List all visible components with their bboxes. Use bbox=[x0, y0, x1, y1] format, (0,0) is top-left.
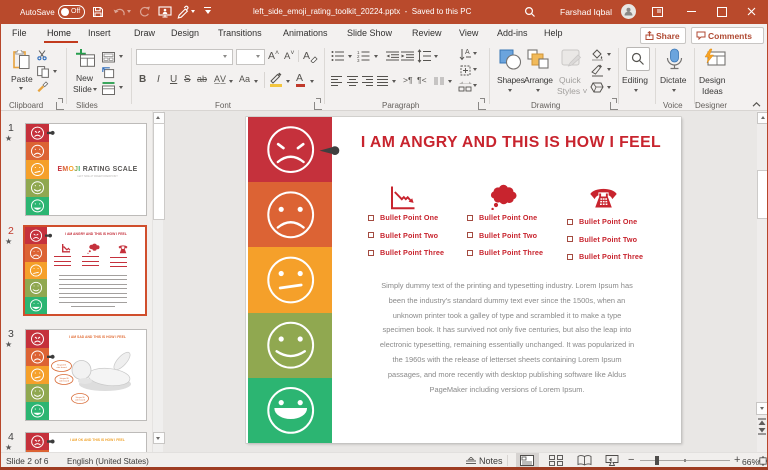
svg-text:3: 3 bbox=[357, 58, 360, 62]
svg-text:side board: side board bbox=[59, 380, 70, 383]
svg-text:side board: side board bbox=[56, 366, 67, 369]
svg-text:side board: side board bbox=[75, 399, 86, 402]
svg-text:A: A bbox=[465, 49, 470, 56]
